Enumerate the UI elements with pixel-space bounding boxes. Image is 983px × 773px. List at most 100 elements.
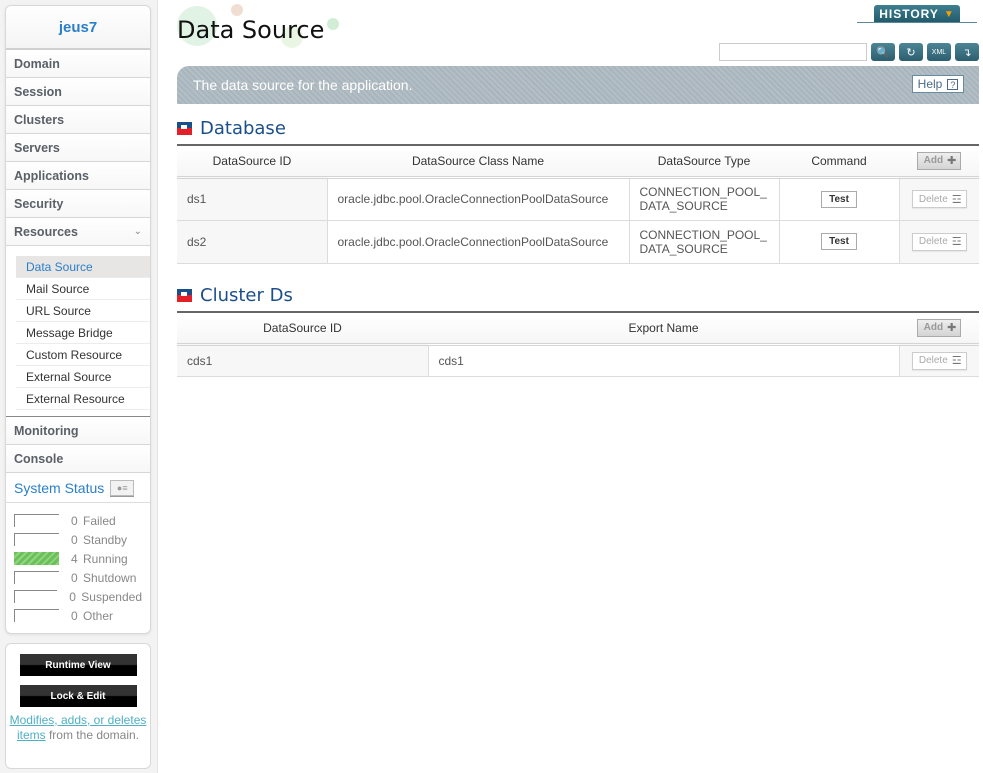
table-row: ds2 oracle.jdbc.pool.OracleConnectionPoo… bbox=[177, 220, 979, 264]
col-type: DataSource Type bbox=[629, 144, 779, 179]
nav-monitoring[interactable]: Monitoring bbox=[6, 417, 150, 445]
cell-actions: Delete ☲ bbox=[899, 177, 979, 221]
cell-id[interactable]: ds1 bbox=[177, 177, 328, 221]
subnav-external-source[interactable]: External Source bbox=[16, 366, 150, 388]
type-line: CONNECTION_POOL_ bbox=[639, 185, 767, 199]
status-row-failed: 0 Failed bbox=[14, 511, 142, 530]
add-cluster-ds-button[interactable]: Add ✚ bbox=[916, 318, 962, 337]
nav-label: Domain bbox=[14, 56, 60, 71]
status-label: Standby bbox=[83, 532, 128, 547]
status-bar bbox=[14, 571, 59, 584]
cell-type: CONNECTION_POOL_ DATA_SOURCE bbox=[629, 177, 780, 221]
nav-label: Clusters bbox=[14, 112, 65, 127]
add-label: Add bbox=[923, 155, 944, 167]
status-row-standby: 0 Standby bbox=[14, 530, 142, 549]
nav-resources[interactable]: Resources ⌄ bbox=[6, 218, 150, 246]
section-database: Database bbox=[177, 118, 286, 139]
delete-icon: ☲ bbox=[951, 355, 962, 367]
search-input[interactable] bbox=[719, 43, 867, 61]
resource-export-icon[interactable]: ↴ bbox=[955, 43, 979, 61]
runtime-view-button[interactable]: Runtime View bbox=[19, 654, 137, 676]
nav-console[interactable]: Console bbox=[6, 445, 150, 473]
nav-clusters[interactable]: Clusters bbox=[6, 106, 150, 134]
subnav-message-bridge[interactable]: Message Bridge bbox=[16, 322, 150, 344]
search-icon[interactable]: 🔍 bbox=[871, 43, 895, 61]
plus-icon: ✚ bbox=[947, 322, 957, 335]
description-bar: The data source for the application. Hel… bbox=[177, 66, 979, 104]
status-count: 0 bbox=[71, 513, 78, 528]
cell-command: Test bbox=[779, 177, 900, 221]
cell-type: CONNECTION_POOL_ DATA_SOURCE bbox=[629, 220, 780, 264]
nav-label: Monitoring bbox=[14, 423, 79, 438]
cell-id[interactable]: ds2 bbox=[177, 220, 328, 264]
xml-export-icon[interactable]: XML bbox=[927, 43, 951, 61]
cell-class-name: oracle.jdbc.pool.OracleConnectionPoolDat… bbox=[327, 177, 630, 221]
navigation-panel: jeus7 Domain Session Clusters Servers Ap… bbox=[5, 5, 151, 634]
col-datasource-id: DataSource ID bbox=[177, 144, 327, 179]
nav-servers[interactable]: Servers bbox=[6, 134, 150, 162]
help-button[interactable]: Help ? bbox=[912, 75, 964, 93]
subnav-data-source[interactable]: Data Source bbox=[16, 256, 150, 278]
col-actions: Add ✚ bbox=[899, 311, 979, 346]
cell-command: Test bbox=[779, 220, 900, 264]
delete-button[interactable]: Delete ☲ bbox=[911, 190, 967, 208]
nav-security[interactable]: Security bbox=[6, 190, 150, 218]
status-count: 0 bbox=[69, 589, 76, 604]
domain-name[interactable]: jeus7 bbox=[6, 6, 150, 50]
cluster-ds-table: DataSource ID Export Name Add ✚ cds1 cds1… bbox=[177, 311, 979, 377]
status-count: 4 bbox=[71, 551, 78, 566]
decor-circle bbox=[327, 18, 339, 30]
col-class-name: DataSource Class Name bbox=[327, 144, 629, 179]
note-text: from the domain. bbox=[45, 728, 140, 742]
status-bar bbox=[14, 514, 59, 527]
history-label: HISTORY bbox=[879, 7, 939, 21]
nav-session[interactable]: Session bbox=[6, 78, 150, 106]
status-bar bbox=[14, 533, 59, 546]
table-header: DataSource ID DataSource Class Name Data… bbox=[177, 144, 979, 179]
system-status-list: 0 Failed 0 Standby 4 Running 0 Shutdown … bbox=[6, 503, 150, 633]
delete-icon: ☲ bbox=[951, 193, 962, 206]
delete-label: Delete bbox=[918, 236, 948, 247]
test-button[interactable]: Test bbox=[821, 190, 857, 208]
status-toggle-icon[interactable]: ●≡ bbox=[110, 479, 135, 496]
history-button[interactable]: HISTORY ▼ bbox=[874, 5, 960, 23]
section-icon bbox=[177, 122, 192, 135]
status-label: Suspended bbox=[81, 589, 142, 604]
table-row: cds1 cds1 Delete ☲ bbox=[177, 344, 979, 377]
plus-icon: ✚ bbox=[947, 155, 957, 168]
section-title: Cluster Ds bbox=[200, 285, 293, 306]
status-label: Shutdown bbox=[83, 570, 137, 585]
type-line: DATA_SOURCE bbox=[639, 241, 728, 256]
subnav-custom-resource[interactable]: Custom Resource bbox=[16, 344, 150, 366]
type-line: CONNECTION_POOL_ bbox=[639, 227, 767, 242]
status-row-running: 4 Running bbox=[14, 549, 142, 568]
subnav-external-resource[interactable]: External Resource bbox=[16, 388, 150, 410]
col-command: Command bbox=[779, 144, 899, 179]
nav-applications[interactable]: Applications bbox=[6, 162, 150, 190]
status-bar bbox=[14, 590, 58, 603]
test-button[interactable]: Test bbox=[821, 233, 857, 250]
question-icon: ? bbox=[947, 78, 959, 90]
refresh-icon[interactable]: ↻ bbox=[899, 43, 923, 61]
col-export-name: Export Name bbox=[428, 311, 899, 346]
delete-label: Delete bbox=[918, 355, 948, 366]
nav-label: Console bbox=[14, 451, 64, 466]
nav-label: Applications bbox=[14, 168, 90, 183]
delete-icon: ☲ bbox=[951, 236, 962, 248]
nav-domain[interactable]: Domain bbox=[6, 50, 150, 78]
table-row: ds1 oracle.jdbc.pool.OracleConnectionPoo… bbox=[177, 177, 979, 221]
section-cluster-ds: Cluster Ds bbox=[177, 285, 293, 306]
subnav-mail-source[interactable]: Mail Source bbox=[16, 278, 150, 300]
cell-id[interactable]: cds1 bbox=[177, 344, 429, 377]
subnav-url-source[interactable]: URL Source bbox=[16, 300, 150, 322]
delete-label: Delete bbox=[918, 193, 948, 205]
add-database-button[interactable]: Add ✚ bbox=[916, 151, 962, 170]
decor-circle bbox=[231, 4, 243, 16]
status-count: 0 bbox=[71, 608, 78, 623]
section-icon bbox=[177, 289, 192, 302]
system-status-header: System Status ●≡ bbox=[6, 473, 150, 503]
delete-button[interactable]: Delete ☲ bbox=[911, 351, 967, 370]
lock-edit-button[interactable]: Lock & Edit bbox=[19, 685, 137, 707]
delete-button[interactable]: Delete ☲ bbox=[911, 232, 967, 251]
command-panel: Runtime View Lock & Edit Modifies, adds,… bbox=[5, 643, 151, 769]
